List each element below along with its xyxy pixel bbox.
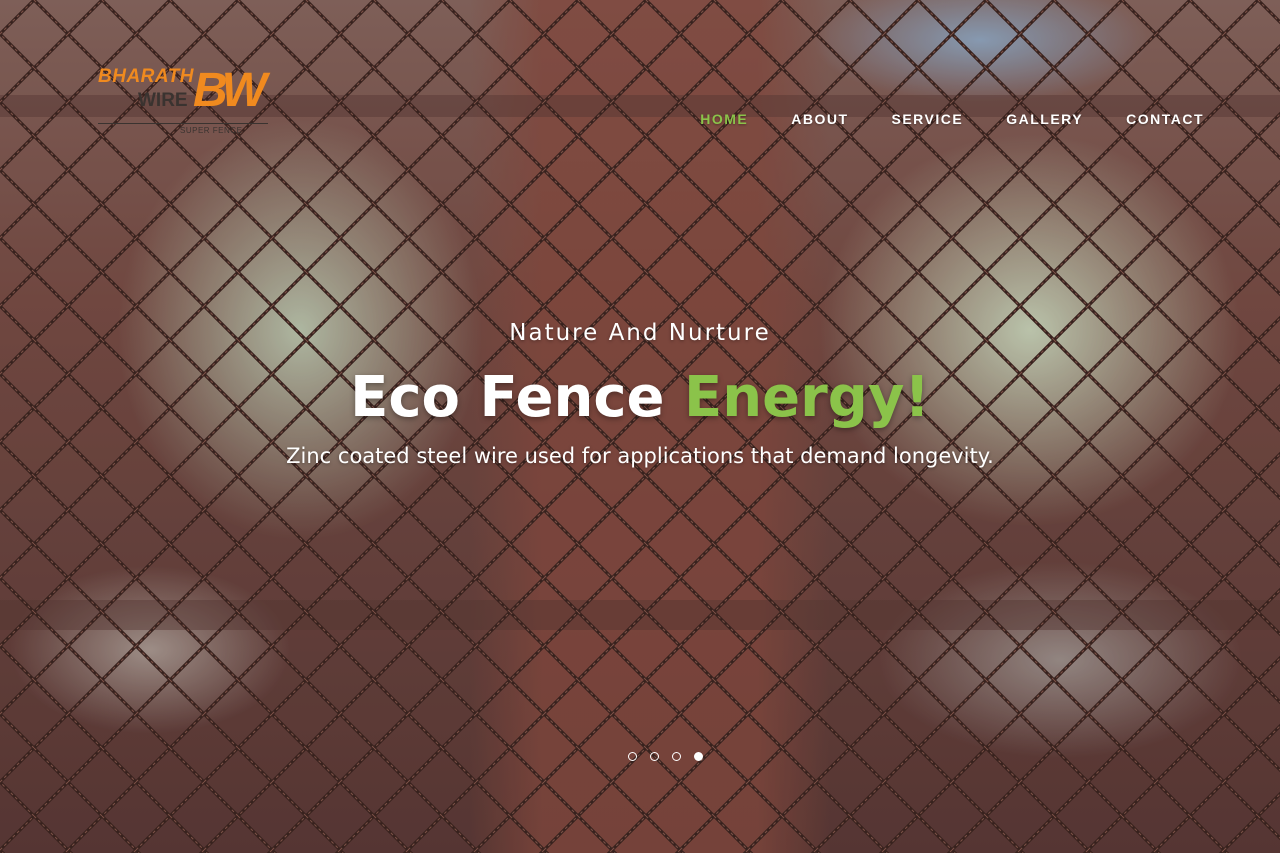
hero-description: Zinc coated steel wire used for applicat… (286, 444, 994, 468)
logo-mark: BW (193, 64, 267, 117)
slider-dot-1[interactable] (628, 752, 637, 761)
main-nav: HOME ABOUT SERVICE GALLERY CONTACT (657, 111, 1204, 127)
nav-item-service[interactable]: SERVICE (892, 111, 964, 127)
slider-pagination (628, 752, 716, 761)
hero-headline: Eco Fence Energy! (0, 366, 1280, 430)
logo-name-line1: BHARATH (98, 66, 195, 87)
nav-item-contact[interactable]: CONTACT (1126, 111, 1204, 127)
hero-subtitle: Nature And Nurture (509, 320, 771, 346)
slider-dot-2[interactable] (650, 752, 659, 761)
slider-dot-4[interactable] (694, 752, 703, 761)
hero-headline-main: Eco Fence (350, 365, 665, 430)
site-header: BHARATH WIRE BW SUPER FENCE HOME ABOUT S… (0, 0, 1280, 160)
hero-section: BHARATH WIRE BW SUPER FENCE HOME ABOUT S… (0, 0, 1280, 853)
slider-dot-3[interactable] (672, 752, 681, 761)
nav-item-about[interactable]: ABOUT (791, 111, 848, 127)
logo-divider (98, 123, 268, 124)
hero-content: Nature And Nurture Eco Fence Energy! Zin… (0, 320, 1280, 468)
nav-item-home[interactable]: HOME (700, 111, 748, 127)
logo-tagline: SUPER FENCE (180, 126, 243, 135)
hero-headline-accent: Energy! (684, 365, 930, 430)
logo-name-line2: WIRE (138, 90, 188, 111)
brand-logo[interactable]: BHARATH WIRE BW SUPER FENCE (98, 66, 278, 142)
nav-item-gallery[interactable]: GALLERY (1006, 111, 1083, 127)
